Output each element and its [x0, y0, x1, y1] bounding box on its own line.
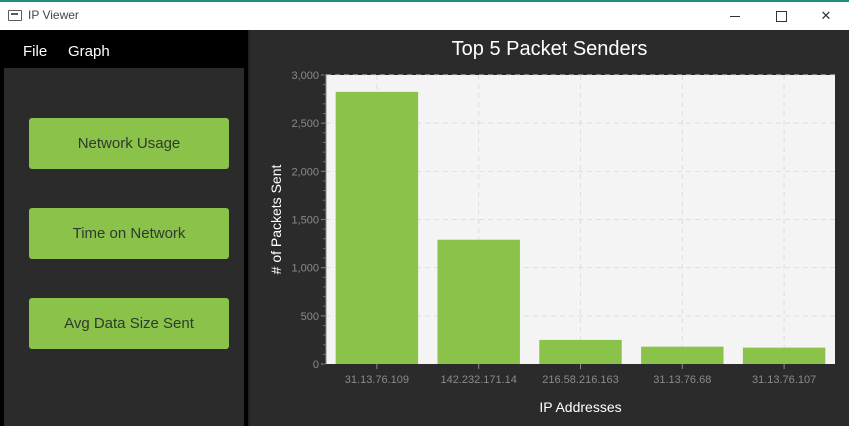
y-axis-label: # of Packets Sent: [268, 165, 284, 275]
bar-5: [742, 347, 826, 364]
time-on-network-button[interactable]: Time on Network: [29, 208, 229, 259]
x-tick-label: 31.13.76.109: [345, 374, 409, 386]
bar-chart: 0 500 1,000 1,500 2,000 2,500 3,000 31.13.76.10…: [268, 70, 835, 415]
x-tick-label: 31.13.76.68: [653, 374, 711, 386]
close-button[interactable]: ✕: [803, 2, 849, 30]
maximize-icon: [775, 10, 787, 22]
bar-4: [641, 346, 724, 364]
sidebar-panel: Network Usage Time on Network Avg Data S…: [4, 68, 244, 426]
window-titlebar[interactable]: IP Viewer ✕: [0, 0, 849, 30]
bar-1: [335, 91, 419, 364]
minimize-icon: [730, 15, 740, 17]
menu-file[interactable]: File: [23, 43, 47, 60]
menu-bar: File Graph: [0, 30, 248, 68]
y-tick-label: 2,500: [291, 118, 319, 130]
minimize-button[interactable]: [712, 2, 758, 30]
left-column: File Graph Network Usage Time on Network…: [0, 30, 248, 426]
y-tick-label: 1,500: [291, 215, 319, 227]
app-window-icon: [8, 10, 22, 21]
x-tick-label: 216.58.216.163: [542, 374, 618, 386]
y-tick-label: 0: [313, 359, 319, 371]
y-tick-label: 2,000: [291, 166, 319, 178]
close-icon: ✕: [820, 8, 832, 23]
bar-3: [539, 339, 622, 364]
x-tick-label: 142.232.171.14: [440, 374, 516, 386]
chart-area: Top 5 Packet Senders 0 500 1,000 1,500 2,000…: [250, 30, 849, 426]
maximize-button[interactable]: [758, 2, 804, 30]
y-tick-label: 500: [301, 311, 319, 323]
menu-graph[interactable]: Graph: [68, 43, 110, 60]
y-tick-label: 3,000: [291, 70, 319, 82]
bar-2: [437, 239, 520, 364]
avg-data-size-sent-button[interactable]: Avg Data Size Sent: [29, 298, 229, 349]
x-axis-label: IP Addresses: [539, 399, 621, 415]
x-tick-label: 31.13.76.107: [752, 374, 816, 386]
network-usage-button[interactable]: Network Usage: [29, 118, 229, 169]
window-title: IP Viewer: [28, 8, 79, 22]
y-tick-label: 1,000: [291, 263, 319, 275]
